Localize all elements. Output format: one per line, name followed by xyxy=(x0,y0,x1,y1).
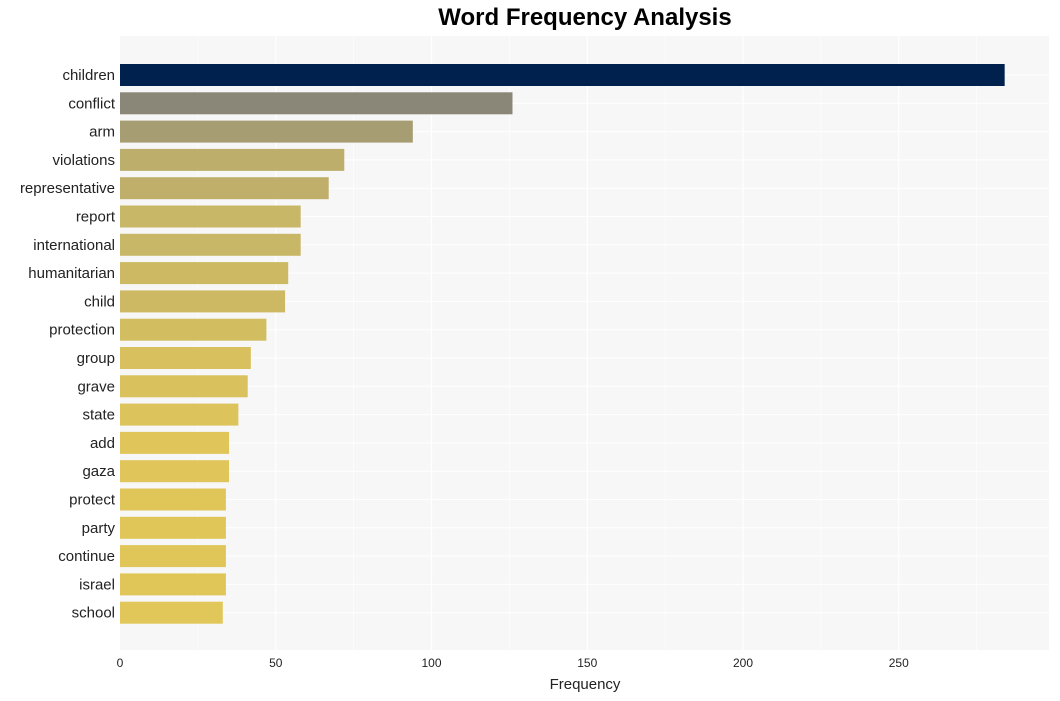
y-tick-label: report xyxy=(76,209,116,226)
y-tick-label: grave xyxy=(77,378,115,395)
x-tick-label: 200 xyxy=(733,656,753,670)
bar-group xyxy=(120,347,251,369)
bar-protection xyxy=(120,318,267,341)
bar-protect xyxy=(120,488,226,511)
x-tick-label: 0 xyxy=(117,656,124,670)
x-axis-label: Frequency xyxy=(550,676,621,693)
y-tick-label: protection xyxy=(49,322,115,339)
bar-add xyxy=(120,431,230,454)
y-tick-label: continue xyxy=(58,548,115,565)
bar-party xyxy=(120,516,226,539)
bar-continue xyxy=(120,545,226,568)
bar-violations xyxy=(120,148,345,171)
y-tick-label: party xyxy=(82,520,116,537)
y-tick-label: conflict xyxy=(68,95,116,112)
y-tick-label: children xyxy=(62,67,115,84)
bar-gaza xyxy=(120,460,230,483)
bar-grave xyxy=(120,375,248,398)
y-tick-label: international xyxy=(33,237,115,254)
y-tick-label: violations xyxy=(52,152,115,169)
bar-school xyxy=(120,601,223,624)
y-tick-label: humanitarian xyxy=(28,265,115,282)
bar-arm xyxy=(120,120,413,143)
y-tick-label: gaza xyxy=(82,463,115,480)
x-tick-label: 250 xyxy=(889,656,909,670)
y-tick-label: israel xyxy=(79,576,115,593)
bar-report xyxy=(120,205,301,228)
x-tick-label: 150 xyxy=(577,656,597,670)
bar-humanitarian xyxy=(120,262,289,285)
bar-chart: children conflict arm violations representat… xyxy=(20,36,1049,693)
bar-child xyxy=(120,290,286,313)
x-tick-label: 50 xyxy=(269,656,283,670)
y-tick-label: state xyxy=(82,407,115,424)
y-tick-label: child xyxy=(84,293,115,310)
bar-state xyxy=(120,403,239,426)
x-axis-ticks: 0 50 100 150 200 250 xyxy=(117,656,909,670)
y-tick-label: protect xyxy=(69,492,116,509)
bar-israel xyxy=(120,573,226,596)
y-tick-label: group xyxy=(77,350,115,367)
y-tick-label: school xyxy=(72,605,115,622)
bar-children xyxy=(120,64,1005,86)
y-tick-label: arm xyxy=(89,124,115,141)
bar-international xyxy=(120,233,301,256)
y-tick-label: representative xyxy=(20,180,115,197)
bar-conflict xyxy=(120,92,513,115)
y-tick-label: add xyxy=(90,435,115,452)
x-tick-label: 100 xyxy=(421,656,441,670)
bar-representative xyxy=(120,177,329,200)
y-axis-labels: children conflict arm violations representat… xyxy=(20,67,116,622)
